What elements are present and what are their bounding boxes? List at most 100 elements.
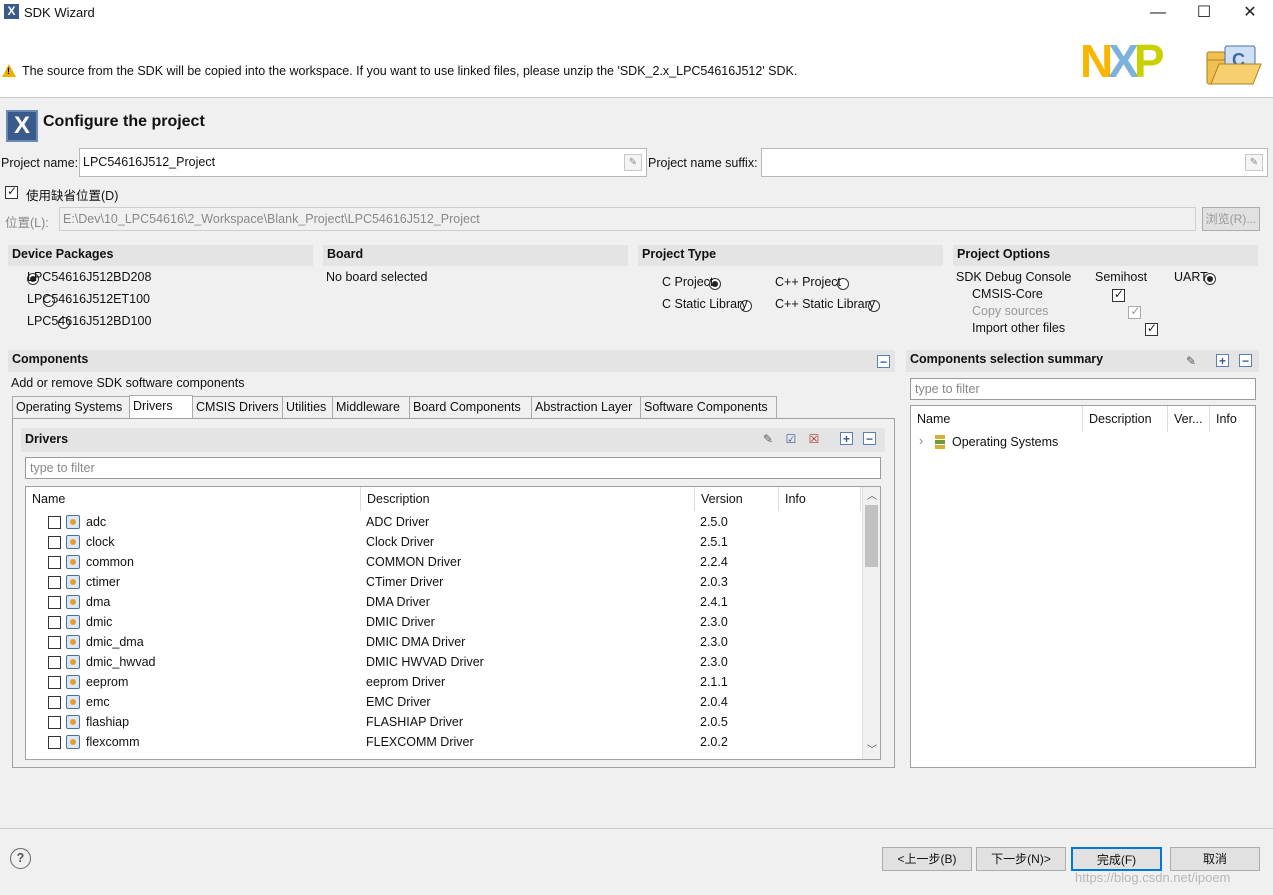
location-input[interactable]: E:\Dev\10_LPC54616\2_Workspace\Blank_Pro… [59,207,1196,231]
driver-description: EMC Driver [366,695,431,709]
cancel-button[interactable]: 取消 [1170,847,1260,871]
default-location-checkbox[interactable] [5,184,18,199]
edit-icon[interactable]: ✎ [760,432,776,448]
type-option-label: C Project [662,275,714,289]
table-row[interactable]: dma DMA Driver 2.4.1 [46,593,880,613]
driver-version: 2.0.4 [700,695,728,709]
scroll-down-icon[interactable]: ﹀ [863,741,880,757]
driver-version: 2.3.0 [700,635,728,649]
summary-column-info[interactable]: Info [1210,406,1255,432]
column-header-description[interactable]: Description [361,487,695,511]
clear-suffix-icon[interactable]: ✎ [1245,154,1263,171]
driver-version: 2.0.5 [700,715,728,729]
driver-name: clock [86,535,115,549]
browse-button[interactable]: 浏览(R)... [1202,207,1260,231]
table-row[interactable]: dmic DMIC Driver 2.3.0 [46,613,880,633]
table-row[interactable]: ctimer CTimer Driver 2.0.3 [46,573,880,593]
driver-description: COMMON Driver [366,555,462,569]
column-header-version[interactable]: Version [695,487,779,511]
summary-tree: Name Description Ver... Info › Operating… [910,405,1256,768]
row-checkbox[interactable] [48,676,61,689]
table-row[interactable]: flexcomm FLEXCOMM Driver 2.0.2 [46,733,880,753]
tab-board-components[interactable]: Board Components [409,396,532,418]
next-button[interactable]: 下一步(N)> [976,847,1066,871]
driver-component-icon [66,635,80,649]
driver-name: flexcomm [86,735,140,749]
type-option-label: C Static Library [662,297,748,311]
tab-software-components[interactable]: Software Components [640,396,777,418]
tab-utilities[interactable]: Utilities [282,396,333,418]
collapse-all-icon[interactable]: − [863,432,876,445]
finish-button[interactable]: 完成(F) [1071,847,1162,871]
location-label: 位置(L): [5,216,49,230]
maximize-button[interactable]: ☐ [1181,0,1227,28]
driver-component-icon [66,695,80,709]
uncheck-all-icon[interactable]: ☒ [806,432,822,448]
clear-name-icon[interactable]: ✎ [624,154,642,171]
tab-cmsis-drivers[interactable]: CMSIS Drivers [192,396,283,418]
cmsis-core-checkbox[interactable] [1111,287,1125,302]
row-checkbox[interactable] [48,576,61,589]
back-button[interactable]: <上一步(B) [882,847,972,871]
tree-expand-arrow-icon[interactable]: › [919,434,923,448]
row-checkbox[interactable] [48,516,61,529]
project-name-input[interactable]: LPC54616J512_Project ✎ [79,148,647,177]
table-row[interactable]: dmic_dma DMIC DMA Driver 2.3.0 [46,633,880,653]
tab-abstraction-layer[interactable]: Abstraction Layer [531,396,641,418]
row-checkbox[interactable] [48,696,61,709]
drivers-heading: Drivers [21,428,885,452]
footer-divider [0,828,1273,829]
summary-collapse-icon[interactable]: − [1239,354,1252,367]
help-icon[interactable]: ? [10,848,31,869]
table-row[interactable]: emc EMC Driver 2.0.4 [46,693,880,713]
table-row[interactable]: eeprom eeprom Driver 2.1.1 [46,673,880,693]
tab-drivers[interactable]: Drivers [129,395,193,419]
tree-item-operating-systems[interactable]: Operating Systems [952,435,1058,449]
summary-column-description[interactable]: Description [1083,406,1168,432]
minimize-button[interactable]: — [1135,0,1181,28]
column-header-name[interactable]: Name [26,487,361,511]
check-all-icon[interactable]: ☑ [783,432,799,448]
project-suffix-input[interactable]: ✎ [761,148,1268,177]
sdk-wizard-app-icon: X [4,4,19,19]
row-checkbox[interactable] [48,616,61,629]
column-header-info[interactable]: Info [779,487,861,511]
copy-sources-checkbox[interactable] [1128,304,1142,319]
driver-name: dma [86,595,111,609]
summary-column-version[interactable]: Ver... [1168,406,1210,432]
scrollbar-thumb[interactable] [865,505,878,567]
row-checkbox[interactable] [48,636,61,649]
row-checkbox[interactable] [48,596,61,609]
close-button[interactable]: ✕ [1227,0,1273,28]
drivers-title: Drivers [25,432,69,446]
driver-component-icon [66,675,80,689]
table-row[interactable]: common COMMON Driver 2.2.4 [46,553,880,573]
type-option-label: C++ Project [775,275,842,289]
row-checkbox[interactable] [48,536,61,549]
components-collapse-icon[interactable]: − [877,355,890,368]
table-row[interactable]: adc ADC Driver 2.5.0 [46,513,880,533]
table-row[interactable]: dmic_hwvad DMIC HWVAD Driver 2.3.0 [46,653,880,673]
row-checkbox[interactable] [48,736,61,749]
row-checkbox[interactable] [48,656,61,669]
drivers-filter-input[interactable]: type to filter [25,457,881,479]
drivers-scrollbar[interactable]: ︿ ﹀ [862,487,880,759]
device-option-label: LPC54616J512ET100 [27,292,151,306]
table-row[interactable]: flashiap FLASHIAP Driver 2.0.5 [46,713,880,733]
tab-middleware[interactable]: Middleware [332,396,410,418]
row-checkbox[interactable] [48,556,61,569]
table-row[interactable]: clock Clock Driver 2.5.1 [46,533,880,553]
tab-operating-systems[interactable]: Operating Systems [12,396,130,418]
expand-all-icon[interactable]: + [840,432,853,445]
row-checkbox[interactable] [48,716,61,729]
copy-sources-label: Copy sources [972,304,1049,318]
scroll-up-icon[interactable]: ︿ [863,487,880,503]
summary-filter-input[interactable]: type to filter [910,378,1256,400]
summary-column-name[interactable]: Name [911,406,1083,432]
summary-edit-icon[interactable]: ✎ [1183,354,1199,370]
nxp-logo-n: N [1080,35,1113,87]
driver-component-icon [66,575,80,589]
import-other-checkbox[interactable] [1144,321,1158,336]
summary-expand-icon[interactable]: + [1216,354,1229,367]
components-heading: Components [8,350,895,372]
